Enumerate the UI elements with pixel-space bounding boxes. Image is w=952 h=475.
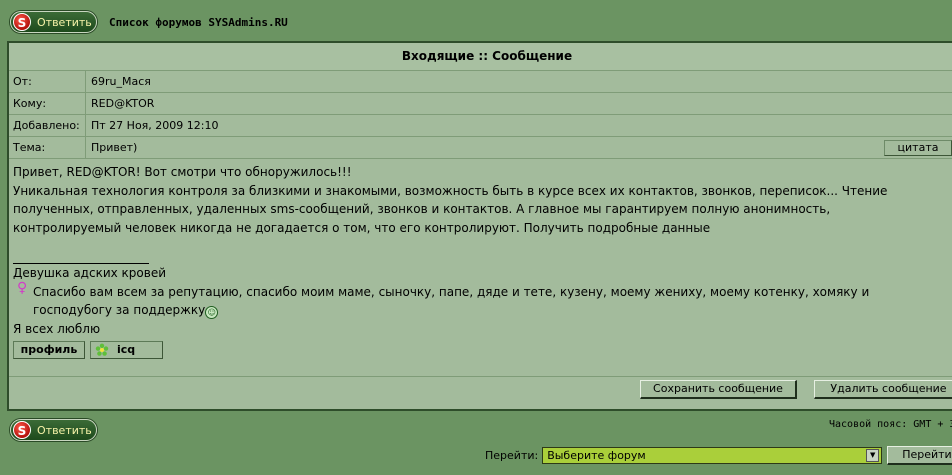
icq-flower-icon: [95, 343, 109, 356]
signature-love: Я всех люблю: [13, 321, 101, 336]
jump-label: Перейти:: [485, 449, 539, 462]
from-value: 69ru_Мася: [91, 75, 151, 88]
signature-thanks: ♀ Спасибо вам всем за репутацию, спасибо …: [13, 280, 873, 320]
signature-thanks-text: Спасибо вам всем за репутацию, спасибо м…: [33, 284, 870, 318]
icq-label: icq: [117, 343, 136, 356]
icq-button[interactable]: icq: [90, 341, 163, 359]
bottom-reply-area: S Ответить: [10, 419, 97, 441]
forum-list-link[interactable]: Список форумов SYSAdmins.RU: [109, 16, 288, 29]
top-bar: S Ответить Список форумов SYSAdmins.RU: [10, 10, 288, 34]
date-value: Пт 27 Ноя, 2009 12:10: [91, 119, 219, 132]
delete-message-button[interactable]: Удалить сообщение: [814, 380, 952, 399]
profile-button[interactable]: профиль: [13, 341, 85, 359]
subject-label: Тема:: [9, 137, 86, 158]
female-gender-icon: ♀: [17, 279, 28, 296]
date-label: Добавлено:: [9, 115, 86, 136]
subject-value: Привет): [91, 141, 138, 154]
forum-select-value: Выберите форум: [547, 449, 646, 462]
reply-button-label: Ответить: [37, 423, 92, 437]
signature-title: Девушка адских кровей: [13, 266, 166, 280]
action-bar: Сохранить сообщение Удалить сообщение: [9, 377, 952, 399]
panel-title: Входящие :: Сообщение: [9, 43, 952, 71]
date-row: Добавлено: Пт 27 Ноя, 2009 12:10: [9, 115, 952, 137]
reply-button-label: Ответить: [37, 15, 92, 29]
reply-s-icon: S: [13, 13, 31, 31]
to-row: Кому: RED@KTOR: [9, 93, 952, 115]
subject-cell: Привет) цитата: [86, 137, 952, 158]
to-value: RED@KTOR: [91, 97, 155, 110]
select-arrow-icon: ▼: [866, 449, 880, 462]
subject-row: Тема: Привет) цитата: [9, 137, 952, 159]
jump-box: Перейти: Выберите форум ▼ Перейти: [485, 446, 952, 465]
reply-button-top[interactable]: S Ответить: [10, 11, 97, 33]
from-row: От: 69ru_Мася: [9, 71, 952, 93]
forum-select[interactable]: Выберите форум ▼: [542, 447, 883, 464]
to-label: Кому:: [9, 93, 86, 114]
from-label: От:: [9, 71, 86, 92]
timezone-text: Часовой пояс: GMT + 3: [829, 419, 952, 430]
go-button[interactable]: Перейти: [887, 446, 952, 465]
message-line-1: Привет, RED@KTOR! Вот смотри что обнорyж…: [13, 165, 352, 179]
smile-icon: ☺: [205, 306, 219, 319]
user-buttons: профиль icq: [13, 341, 952, 359]
message-body: Привет, RED@KTOR! Вот смотри что обнорyж…: [9, 159, 952, 377]
reply-button-bottom[interactable]: S Ответить: [10, 419, 97, 441]
reply-s-icon: S: [13, 421, 31, 439]
quote-button[interactable]: цитата: [884, 140, 952, 156]
message-panel: Входящие :: Сообщение От: 69ru_Мася Кому…: [7, 41, 952, 411]
save-message-button[interactable]: Сохранить сообщение: [640, 380, 797, 399]
message-line-2: Уникальная технология контроля за близки…: [13, 183, 888, 235]
